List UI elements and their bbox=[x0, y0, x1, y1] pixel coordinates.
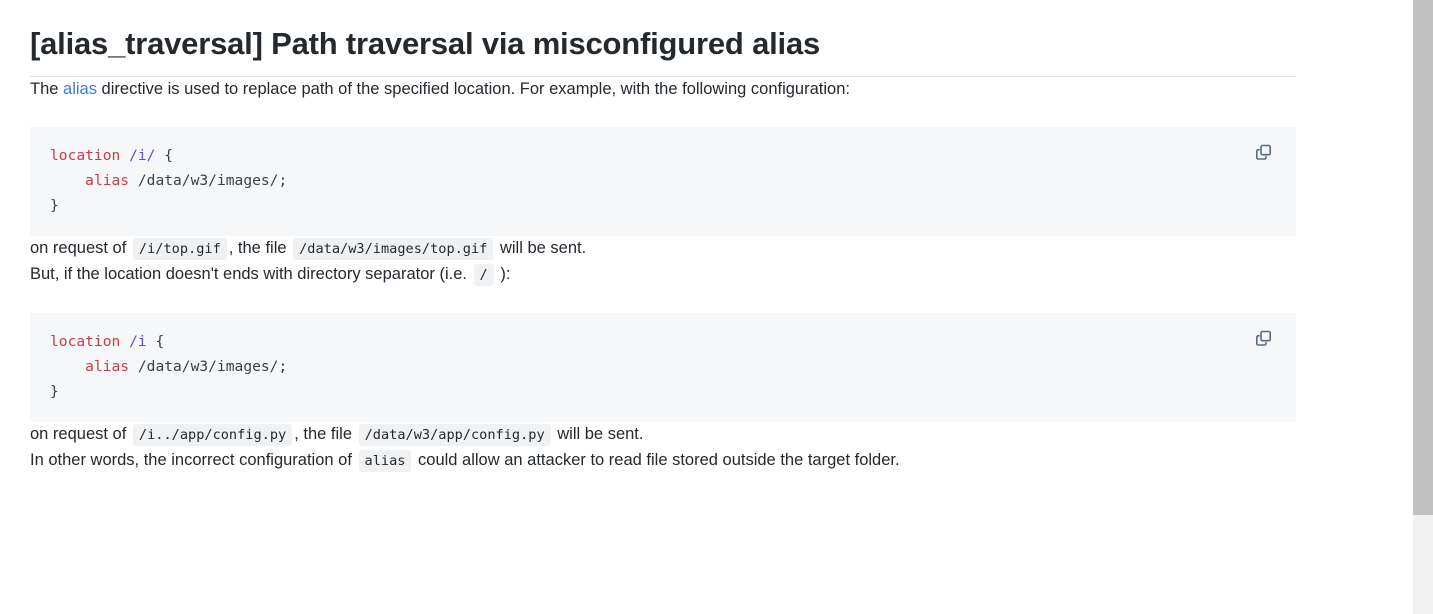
code-content-2: location /i { alias /data/w3/images/; } bbox=[50, 329, 1278, 404]
req2-text-2: , the file bbox=[294, 425, 357, 444]
alias-directive-link[interactable]: alias bbox=[63, 80, 97, 98]
inline-code-request-path-1: /i/top.gif bbox=[132, 238, 227, 261]
intro-text-after: directive is used to replace path of the… bbox=[96, 79, 850, 98]
conclusion-text-1: In other words, the incorrect configurat… bbox=[30, 450, 357, 469]
no-slash-text-2: ): bbox=[495, 264, 511, 283]
code-alias-value-2: /data/w3/images/; bbox=[129, 358, 288, 376]
code-content-1: location /i/ { alias /data/w3/images/; } bbox=[50, 143, 1278, 218]
inline-code-request-path-2: /i../app/config.py bbox=[132, 424, 293, 447]
page-viewport: [alias_traversal] Path traversal via mis… bbox=[0, 0, 1433, 614]
code-block-without-trailing-slash: location /i { alias /data/w3/images/; } bbox=[30, 313, 1296, 423]
inline-code-separator: / bbox=[473, 263, 494, 286]
copy-icon bbox=[1255, 330, 1271, 346]
inline-code-file-path-1: /data/w3/images/top.gif bbox=[293, 238, 494, 261]
inline-code-file-path-2: /data/w3/app/config.py bbox=[358, 424, 551, 447]
conclusion-text-2: could allow an attacker to read file sto… bbox=[413, 450, 900, 469]
code-brace-open-2: { bbox=[146, 333, 165, 351]
no-slash-text-1: But, if the location doesn't ends with d… bbox=[30, 264, 472, 283]
code-keyword-location-2: location bbox=[50, 333, 121, 351]
code-keyword-alias-1: alias bbox=[85, 172, 130, 190]
copy-code-button-1[interactable] bbox=[1252, 141, 1274, 163]
req1-text-3: will be sent. bbox=[495, 239, 587, 258]
req2-text-3: will be sent. bbox=[552, 425, 644, 444]
copy-code-button-2[interactable] bbox=[1252, 327, 1274, 349]
page-title: [alias_traversal] Path traversal via mis… bbox=[30, 26, 821, 61]
code-keyword-alias-2: alias bbox=[85, 358, 130, 376]
inline-code-alias: alias bbox=[358, 449, 412, 472]
document-content: [alias_traversal] Path traversal via mis… bbox=[30, 0, 1296, 473]
request-example-paragraph-2: on request of /i../app/config.py, the fi… bbox=[30, 422, 1296, 448]
code-brace-close-2: } bbox=[50, 383, 59, 401]
code-path-1: /i/ bbox=[129, 147, 156, 165]
code-brace-open-1: { bbox=[155, 147, 174, 165]
code-alias-value-1: /data/w3/images/; bbox=[129, 172, 288, 190]
scrollbar-thumb[interactable] bbox=[1413, 0, 1433, 515]
intro-paragraph: The alias directive is used to replace p… bbox=[30, 77, 1296, 103]
copy-icon bbox=[1255, 144, 1271, 160]
document-scroll-area[interactable]: [alias_traversal] Path traversal via mis… bbox=[0, 0, 1410, 614]
intro-text-before: The bbox=[30, 79, 64, 98]
conclusion-paragraph: In other words, the incorrect configurat… bbox=[30, 448, 1296, 474]
req1-text-1: on request of bbox=[30, 239, 131, 258]
code-indent-2 bbox=[50, 358, 85, 375]
req1-text-2: , the file bbox=[228, 239, 292, 258]
code-brace-close-1: } bbox=[50, 197, 59, 215]
req2-text-1: on request of bbox=[30, 425, 131, 444]
code-keyword-location-1: location bbox=[50, 147, 121, 165]
request-example-paragraph-1: on request of /i/top.gif, the file /data… bbox=[30, 236, 1296, 262]
vertical-scrollbar[interactable] bbox=[1410, 0, 1433, 614]
code-block-with-trailing-slash: location /i/ { alias /data/w3/images/; } bbox=[30, 127, 1296, 237]
code-indent-1 bbox=[50, 172, 85, 189]
no-trailing-slash-paragraph: But, if the location doesn't ends with d… bbox=[30, 262, 1296, 288]
code-path-2: /i bbox=[129, 333, 147, 351]
